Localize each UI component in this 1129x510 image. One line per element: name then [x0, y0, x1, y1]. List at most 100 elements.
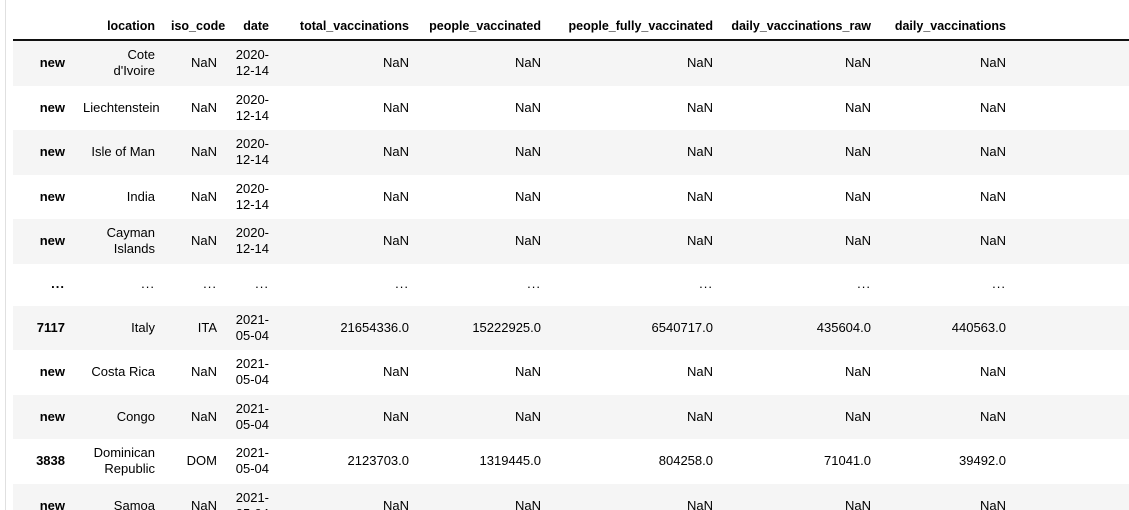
cell-people-vaccinated: NaN: [514, 364, 541, 380]
cell-daily-vaccinations: NaN: [979, 55, 1006, 71]
cell-people-vaccinated: NaN: [514, 497, 541, 510]
cell-people-vaccinated: NaN: [514, 99, 541, 115]
cell-daily-vaccinations-raw: 435604.0: [816, 319, 871, 335]
cell-daily-vaccinations: 440563.0: [951, 319, 1006, 335]
cell-location: Isle of Man: [91, 144, 155, 160]
header-row: location iso_code date total_vaccination…: [13, 0, 1129, 41]
cell-iso-code: ITA: [197, 319, 217, 335]
column-header-people-fully-vaccinated: people_fully_vaccinated: [549, 0, 721, 41]
cell-people-vaccinated: ...: [527, 276, 541, 292]
row-index: new: [39, 144, 65, 160]
cell-total-vaccination: [1014, 219, 1129, 264]
row-index: new: [39, 408, 65, 424]
cell-daily-vaccinations: NaN: [979, 188, 1006, 204]
cell-daily-vaccinations: NaN: [979, 408, 1006, 424]
row-index: new: [39, 364, 65, 380]
cell-total-vaccination: [1014, 484, 1129, 510]
column-header-people-vaccinated: people_vaccinated: [417, 0, 549, 41]
cell-location: Italy: [131, 319, 155, 335]
cell-daily-vaccinations: ...: [992, 276, 1006, 292]
cell-iso-code: NaN: [190, 55, 217, 71]
dataframe-table: location iso_code date total_vaccination…: [13, 0, 1129, 510]
table-row-ellipsis: ... ... ... ... ... ... ... ... ... ...: [13, 263, 1129, 306]
cell-location: Cayman Islands: [106, 225, 155, 257]
cell-iso-code: NaN: [190, 408, 217, 424]
cell-date: 2020-12-14: [235, 91, 269, 123]
cell-people-fully-vaccinated: NaN: [686, 497, 713, 510]
table-row: new Liechtenstein NaN 2020-12-14 NaN NaN…: [13, 85, 1129, 131]
cell-date: 2020-12-14: [235, 136, 269, 168]
column-header-daily-vaccinations-raw: daily_vaccinations_raw: [721, 0, 879, 41]
table-row: new Samoa NaN 2021-05-04 NaN NaN NaN NaN…: [13, 483, 1129, 510]
cell-location: India: [126, 188, 155, 204]
cell-iso-code: NaN: [190, 364, 217, 380]
cell-location: Dominican Republic: [93, 445, 155, 477]
cell-total-vaccinations: NaN: [382, 364, 409, 380]
cell-people-vaccinated: NaN: [514, 233, 541, 249]
cell-iso-code: DOM: [186, 453, 217, 469]
cell-date: 2021-05-04: [235, 356, 269, 388]
row-index: new: [39, 99, 65, 115]
table-row: 7117 Italy ITA 2021-05-04 21654336.0 152…: [13, 305, 1129, 351]
cell-total-vaccinations: ...: [395, 276, 409, 292]
cell-date: 2020-12-14: [235, 225, 269, 257]
cell-date: 2020-12-14: [235, 180, 269, 212]
cell-total-vaccinations: NaN: [382, 99, 409, 115]
table-row: new India NaN 2020-12-14 NaN NaN NaN NaN…: [13, 174, 1129, 219]
cell-iso-code: NaN: [190, 144, 217, 160]
cell-location: Costa Rica: [91, 364, 155, 380]
cell-daily-vaccinations: NaN: [979, 233, 1006, 249]
table-row: new Isle of Man NaN 2020-12-14 NaN NaN N…: [13, 130, 1129, 175]
cell-people-fully-vaccinated: NaN: [686, 233, 713, 249]
cell-total-vaccination: [1014, 439, 1129, 484]
cell-iso-code: NaN: [190, 497, 217, 510]
cell-total-vaccination: [1014, 350, 1129, 395]
cell-people-fully-vaccinated: NaN: [686, 408, 713, 424]
column-header-daily-vaccinations: daily_vaccinations: [879, 0, 1014, 41]
cell-total-vaccinations: NaN: [382, 144, 409, 160]
cell-location: Congo: [116, 408, 155, 424]
column-header-total-vaccination: total_vaccination: [1014, 0, 1129, 41]
cell-total-vaccination: [1014, 395, 1129, 440]
row-index: 7117: [36, 319, 65, 335]
cell-total-vaccinations: NaN: [382, 497, 409, 510]
column-header-index: [13, 0, 75, 41]
cell-people-vaccinated: NaN: [514, 55, 541, 71]
cell-people-vaccinated: NaN: [514, 408, 541, 424]
cell-iso-code: ...: [203, 276, 217, 292]
column-header-location: location: [75, 0, 163, 41]
cell-daily-vaccinations-raw: NaN: [844, 408, 871, 424]
cell-people-vaccinated: 1319445.0: [479, 453, 541, 469]
cell-total-vaccination: [1014, 86, 1129, 131]
table-row: new Cayman Islands NaN 2020-12-14 NaN Na…: [13, 219, 1129, 264]
notebook-output-area: location iso_code date total_vaccination…: [0, 0, 1129, 510]
cell-iso-code: NaN: [190, 233, 217, 249]
dataframe-scroll-container[interactable]: location iso_code date total_vaccination…: [13, 0, 1129, 510]
cell-people-fully-vaccinated: NaN: [686, 144, 713, 160]
row-index: new: [39, 497, 65, 510]
cell-people-vaccinated: NaN: [514, 144, 541, 160]
cell-daily-vaccinations-raw: NaN: [844, 55, 871, 71]
cell-date: 2021-05-04: [235, 400, 269, 432]
row-index: new: [39, 188, 65, 204]
cell-daily-vaccinations: NaN: [979, 364, 1006, 380]
cell-iso-code: NaN: [190, 99, 217, 115]
row-index: new: [39, 233, 65, 249]
cell-people-fully-vaccinated: NaN: [686, 99, 713, 115]
dataframe-body: new Cote d'Ivoire NaN 2020-12-14 NaN NaN…: [13, 40, 1129, 510]
cell-date: 2020-12-14: [235, 47, 269, 79]
cell-total-vaccination: ...: [1014, 264, 1129, 306]
cell-daily-vaccinations: NaN: [979, 144, 1006, 160]
cell-date: ...: [255, 276, 269, 292]
cell-location: Cote d'Ivoire: [113, 47, 155, 79]
cell-total-vaccinations: NaN: [382, 188, 409, 204]
cell-daily-vaccinations-raw: NaN: [844, 497, 871, 510]
table-row: new Costa Rica NaN 2021-05-04 NaN NaN Na…: [13, 350, 1129, 395]
cell-daily-vaccinations: NaN: [979, 99, 1006, 115]
row-index: new: [39, 55, 65, 71]
cell-daily-vaccinations-raw: ...: [857, 276, 871, 292]
cell-total-vaccination: [1014, 306, 1129, 351]
cell-daily-vaccinations: NaN: [979, 497, 1006, 510]
cell-date: 2021-05-04: [235, 445, 269, 477]
table-row: new Cote d'Ivoire NaN 2020-12-14 NaN NaN…: [13, 40, 1129, 86]
